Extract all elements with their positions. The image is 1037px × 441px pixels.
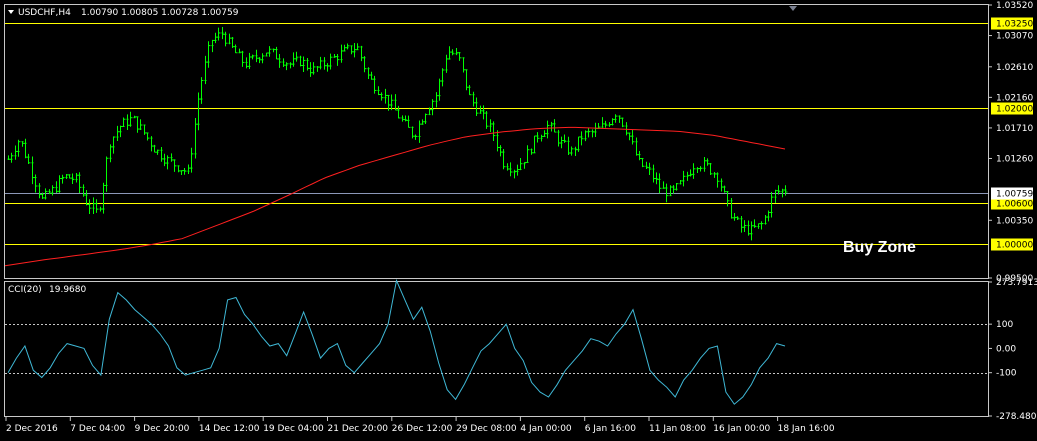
cci-indicator-value: 19.9680 (49, 285, 86, 295)
symbol-label: USDCHF,H4 (18, 8, 71, 18)
time-tick-label: 18 Jan 16:00 (778, 424, 835, 434)
cci-tick-label: 273.7913 (996, 278, 1037, 288)
time-tick-label: 19 Dec 04:00 (263, 424, 324, 434)
level-price-label: 1.00000 (996, 241, 1033, 251)
level-price-label: 1.03250 (996, 20, 1033, 30)
time-tick-label: 7 Dec 04:00 (70, 424, 125, 434)
time-tick-label: 9 Dec 20:00 (135, 424, 190, 434)
time-tick-label: 6 Jan 16:00 (585, 424, 637, 434)
time-tick-label: 4 Jan 00:00 (520, 424, 572, 434)
time-tick-label: 16 Jan 00:00 (713, 424, 770, 434)
time-tick-label: 11 Jan 08:00 (649, 424, 706, 434)
symbol-header[interactable]: USDCHF,H4 1.00790 1.00805 1.00728 1.0075… (8, 8, 239, 18)
cci-indicator-name: CCI(20) (8, 285, 42, 295)
time-tick-label: 14 Dec 12:00 (199, 424, 260, 434)
level-price-label: 1.00600 (996, 200, 1033, 210)
price-tick-label: 1.01260 (996, 154, 1033, 164)
price-panel (4, 4, 989, 279)
price-tick-label: 1.03520 (996, 1, 1033, 11)
time-axis: 2 Dec 2016 7 Dec 04:00 9 Dec 20:00 14 Dec 1… (5, 417, 835, 434)
cci-panel (4, 281, 989, 417)
cci-tick-label: -100 (996, 369, 1017, 379)
price-tick-label: 1.01710 (996, 124, 1033, 134)
level-price-label: 1.02000 (996, 105, 1033, 115)
cci-tick-label: 100 (996, 320, 1013, 330)
price-tick-label: 1.00350 (996, 216, 1033, 226)
time-tick-label: 26 Dec 12:00 (392, 424, 453, 434)
current-price-label: 1.00759 (996, 190, 1033, 200)
ohlc-readout: 1.00790 1.00805 1.00728 1.00759 (81, 8, 239, 18)
price-tick-label: 1.03070 (996, 32, 1033, 42)
cci-tick-label: -278.4808 (996, 412, 1037, 422)
cci-tick-label: 0.00 (996, 344, 1016, 354)
time-tick-label: 2 Dec 2016 (6, 424, 58, 434)
chart-window[interactable]: 1.03520 1.03070 1.02610 1.02160 1.01710 1.012… (0, 0, 1037, 441)
price-tick-label: 1.02160 (996, 93, 1033, 103)
price-tick-label: 1.02610 (996, 63, 1033, 73)
cci-axis: 273.7913 100 0.00 -100 -278.4808 (988, 278, 1037, 422)
time-tick-label: 21 Dec 20:00 (328, 424, 389, 434)
buy-zone-annotation[interactable]: Buy Zone (843, 239, 916, 256)
time-tick-label: 29 Dec 08:00 (456, 424, 517, 434)
